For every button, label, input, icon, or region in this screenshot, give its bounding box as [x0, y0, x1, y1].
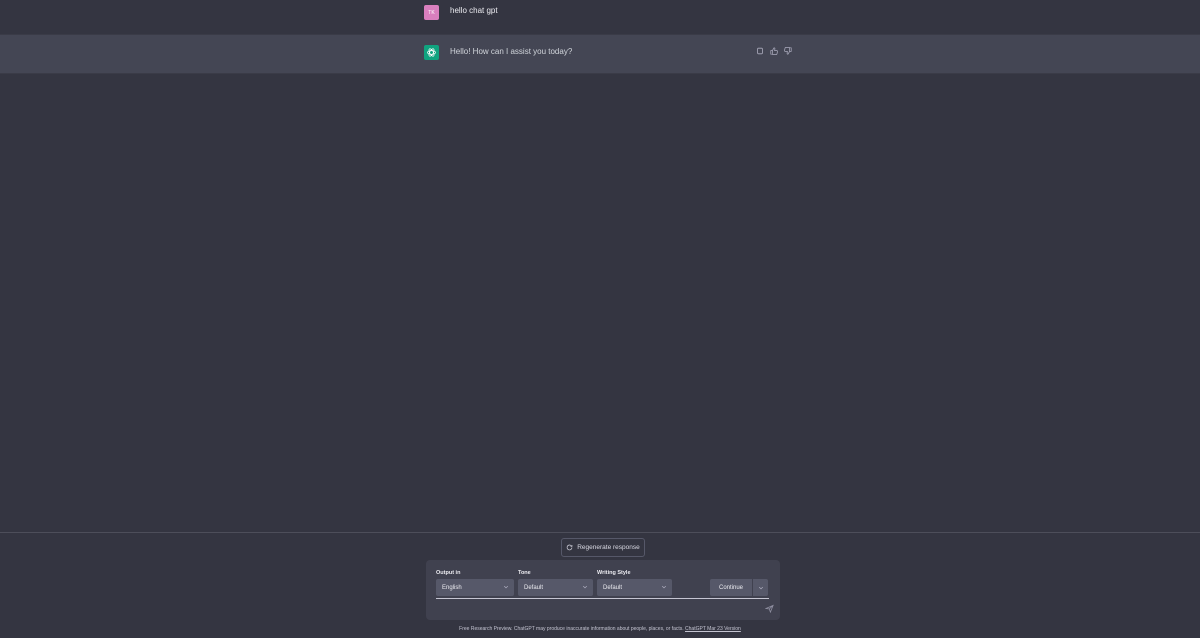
tone-select[interactable]: Default: [518, 579, 593, 596]
output-language-select[interactable]: English: [436, 579, 514, 596]
message-actions: [755, 46, 792, 55]
send-icon[interactable]: [765, 604, 774, 613]
assistant-message-row: Hello! How can I assist you today?: [0, 34, 1200, 74]
chevron-down-icon: [503, 585, 509, 589]
tone-value: Default: [524, 584, 544, 591]
regenerate-label: Regenerate response: [577, 544, 640, 551]
writing-style-value: Default: [603, 584, 623, 591]
footer-text: Free Research Preview. ChatGPT may produ…: [459, 626, 684, 632]
user-message-text: hello chat gpt: [450, 6, 498, 15]
refresh-icon: [566, 544, 573, 551]
continue-options-button[interactable]: [753, 579, 768, 596]
output-in-label: Output in: [436, 570, 461, 576]
continue-button[interactable]: Continue: [710, 579, 752, 596]
user-avatar: TK: [424, 5, 439, 20]
tone-label: Tone: [518, 570, 531, 576]
prompt-input-wrapper: [436, 598, 769, 618]
version-link[interactable]: ChatGPT Mar 23 Version: [685, 626, 741, 632]
assistant-message-text: Hello! How can I assist you today?: [450, 47, 573, 56]
regenerate-response-button[interactable]: Regenerate response: [561, 538, 645, 557]
output-language-value: English: [442, 584, 462, 591]
composer-area: Regenerate response Output in English To…: [0, 532, 1200, 638]
footer-disclaimer: Free Research Preview. ChatGPT may produ…: [0, 626, 1200, 632]
chevron-down-icon: [661, 585, 667, 589]
copy-icon[interactable]: [755, 46, 764, 55]
user-message-row: TK hello chat gpt: [0, 0, 1200, 34]
chevron-down-icon: [582, 585, 588, 589]
thumbs-down-icon[interactable]: [783, 46, 792, 55]
thumbs-up-icon[interactable]: [769, 46, 778, 55]
chat-page: TK hello chat gpt Hello! How can I assis…: [0, 0, 1200, 638]
openai-logo-icon: [424, 45, 439, 60]
prompt-input[interactable]: [436, 603, 746, 618]
prompt-composer: Output in English Tone Default Writing S…: [426, 560, 780, 620]
writing-style-label: Writing Style: [597, 570, 631, 576]
writing-style-select[interactable]: Default: [597, 579, 672, 596]
chevron-down-icon: [758, 586, 763, 589]
